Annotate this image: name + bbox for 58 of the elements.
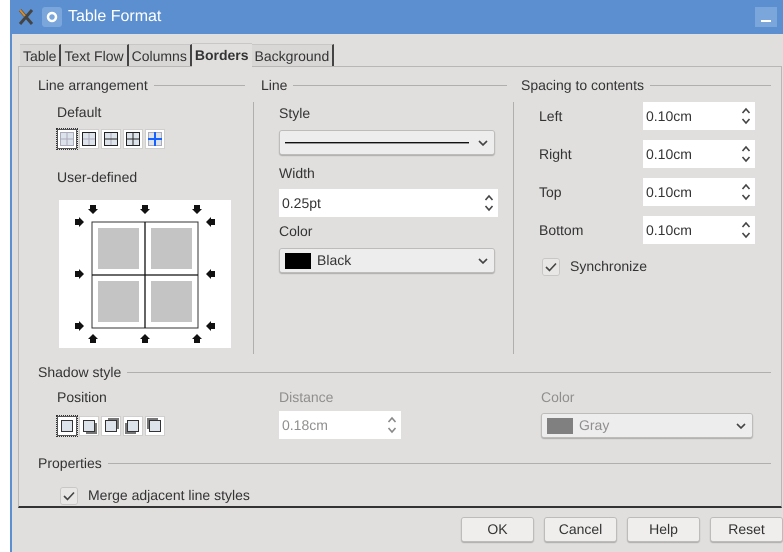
tab[interactable]: Text Flow [61,44,129,66]
spacing-spin-field[interactable]: 0.10cm [643,216,755,244]
chevron-icon [477,138,489,146]
field-label: Default [57,103,102,122]
spin-arrows-icon [741,182,751,202]
tab[interactable]: Columns [128,44,192,66]
spin-arrows-icon [741,144,751,164]
field-label: Position [57,388,108,407]
window-menu-button[interactable] [42,7,62,27]
checkbox[interactable] [60,486,78,504]
spin-arrows-icon [741,220,751,240]
section-heading: Spacing to contents [521,76,644,95]
width-spin-field[interactable]: 0.25pt [279,189,498,217]
spacing-spin-field[interactable]: 0.10cm [643,178,755,206]
dialog-button[interactable]: OK [461,517,534,542]
field-label: Distance [279,388,334,407]
color-name: Gray [579,416,610,435]
chevron-icon [477,256,489,264]
window-title: Table Format [68,7,162,27]
field-label: Left [539,106,564,126]
border-preset-button[interactable] [57,129,77,149]
spacing-spin-field[interactable]: 0.10cm [643,140,755,168]
dialog-button[interactable]: Cancel [544,517,617,542]
section-heading: Line arrangement [38,76,148,95]
border-preview[interactable] [59,200,231,348]
line-color-dropdown[interactable]: Black [279,248,495,273]
field-label: Width [279,164,316,183]
tab[interactable]: Borders [192,43,252,67]
field-label: Bottom [539,220,584,240]
dialog-button[interactable]: Reset [710,517,783,542]
chevron-icon [735,422,747,430]
checkbox-label: Synchronize [570,257,648,276]
checkbox[interactable] [542,258,560,276]
dialog-button[interactable]: Help [627,517,700,542]
field-label: Right [539,144,573,164]
shadow-position-button[interactable] [57,416,77,436]
spin-arrows-icon [741,106,751,126]
app-icon [16,7,36,27]
color-name: Black [317,251,352,270]
field-label: Color [541,388,576,407]
section-heading: Shadow style [38,363,122,382]
line-style-dropdown[interactable] [279,130,495,155]
spacing-spin-field[interactable]: 0.10cm [643,102,755,130]
section-heading: Line [261,76,288,95]
field-label: Color [279,222,314,241]
checkbox-label: Merge adjacent line styles [88,486,250,505]
field-label: Top [539,182,563,202]
spin-arrows-icon [387,415,397,435]
check-icon [63,490,75,500]
field-label: Style [279,104,312,123]
tab[interactable]: Background [252,44,334,66]
circle-icon [46,11,58,23]
minimize-icon [761,20,771,22]
spin-arrows-icon [484,193,494,213]
check-icon [545,262,557,272]
tab[interactable]: Table [20,44,62,66]
section-heading: Properties [38,454,102,473]
field-label: User-defined [57,168,138,187]
